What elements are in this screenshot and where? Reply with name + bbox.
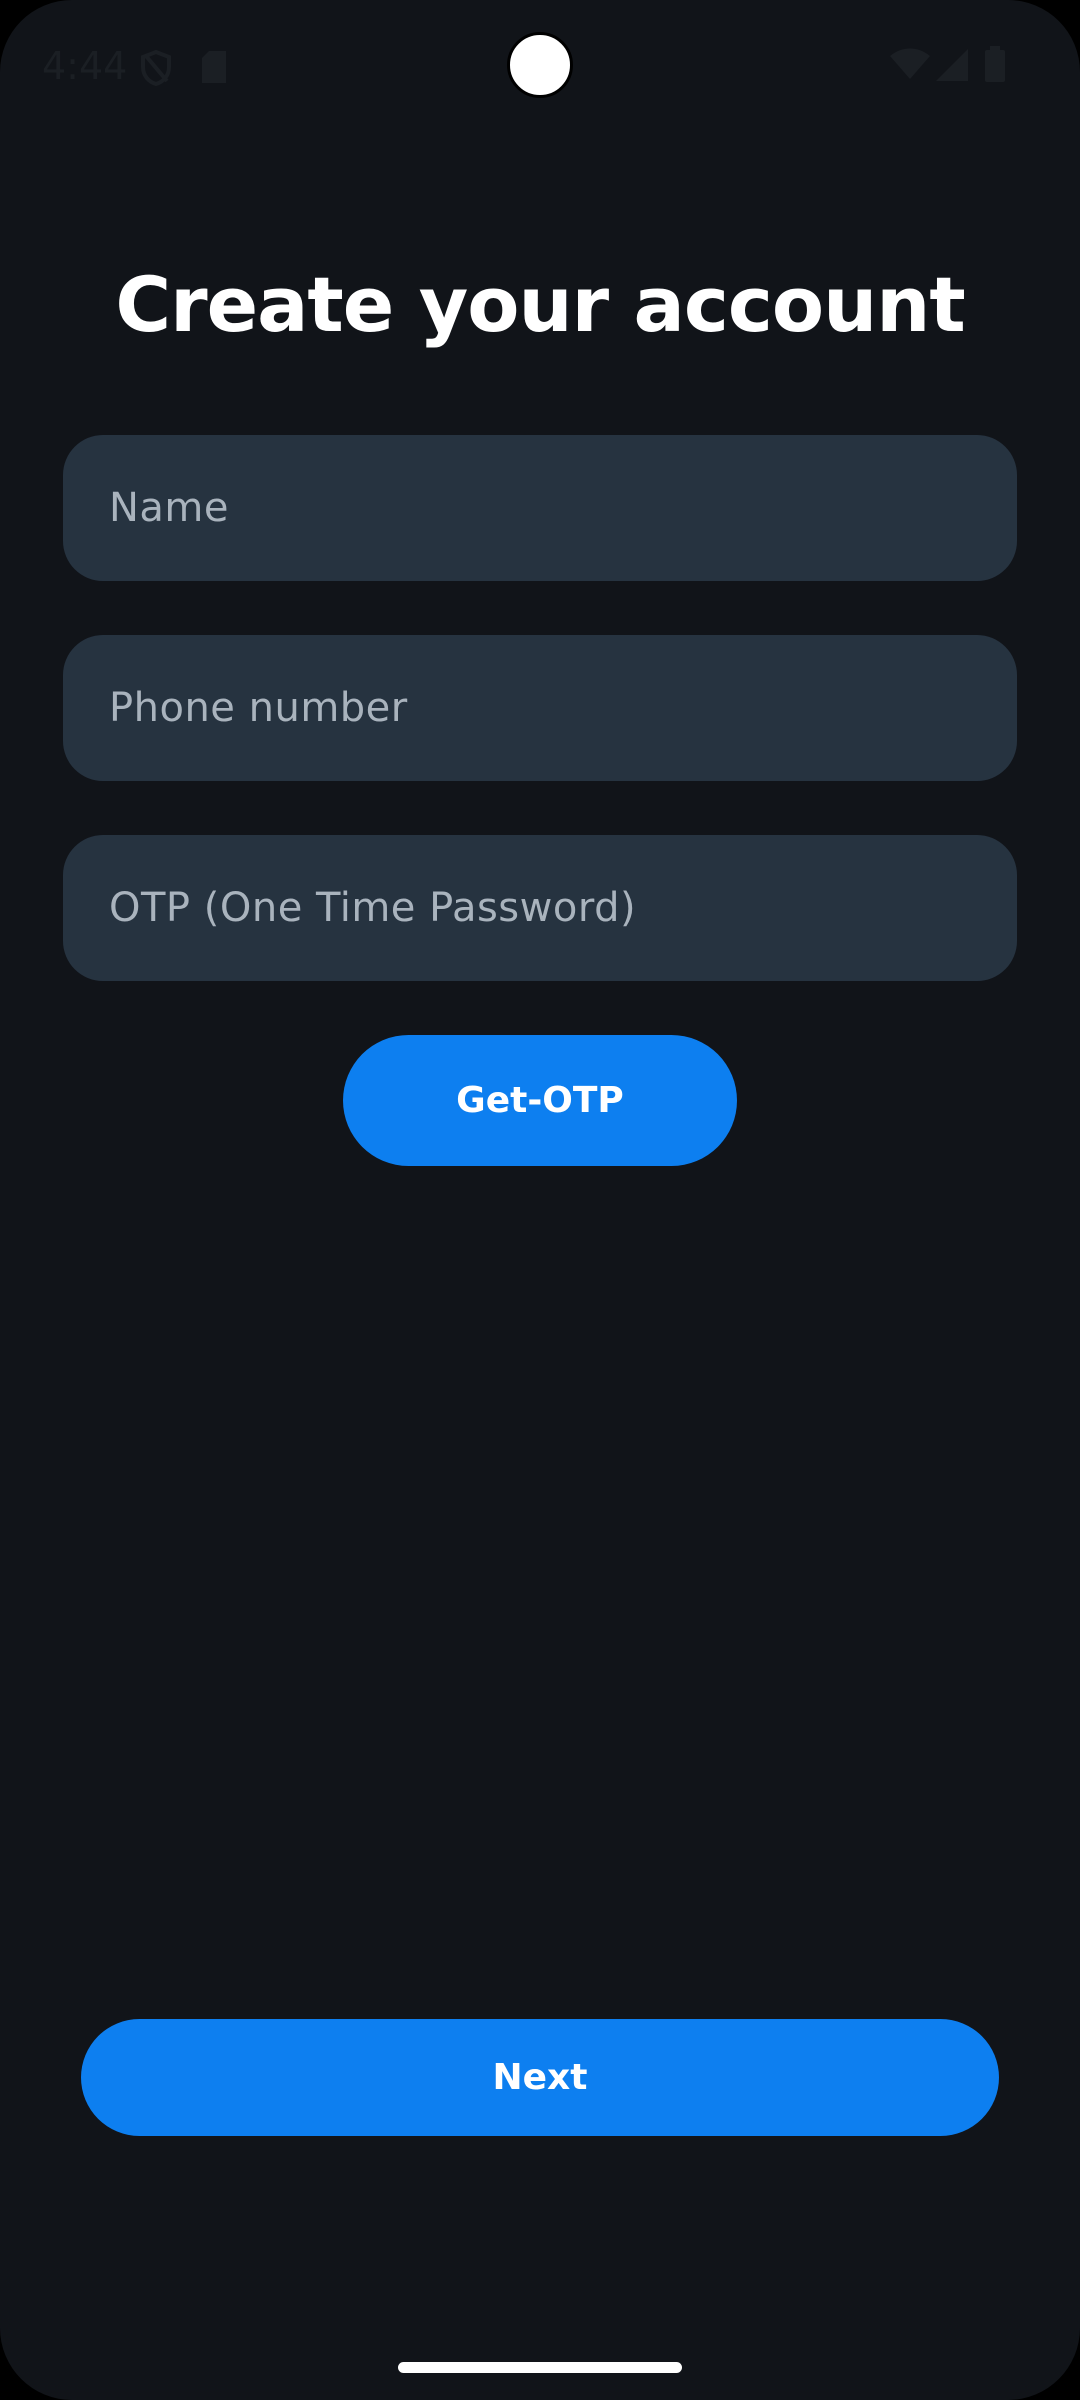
- camera-cutout: [507, 32, 573, 98]
- phone-screen: 4:44 Create your account Get-OTP Next: [0, 0, 1080, 2400]
- name-input[interactable]: [107, 484, 973, 532]
- page-title: Create your account: [115, 260, 965, 349]
- wifi-icon: [890, 48, 930, 79]
- status-time: 4:44: [42, 44, 128, 88]
- home-indicator[interactable]: [398, 2362, 682, 2373]
- otp-field[interactable]: [63, 835, 1017, 981]
- cellular-signal-icon: [936, 49, 968, 81]
- get-otp-button[interactable]: Get-OTP: [343, 1035, 737, 1166]
- phone-input[interactable]: [107, 684, 973, 732]
- shield-icon: [141, 50, 171, 86]
- otp-input[interactable]: [107, 884, 973, 932]
- name-field[interactable]: [63, 435, 1017, 581]
- next-button[interactable]: Next: [81, 2019, 999, 2136]
- battery-icon: [985, 46, 1005, 82]
- sd-card-icon: [202, 51, 226, 83]
- phone-field[interactable]: [63, 635, 1017, 781]
